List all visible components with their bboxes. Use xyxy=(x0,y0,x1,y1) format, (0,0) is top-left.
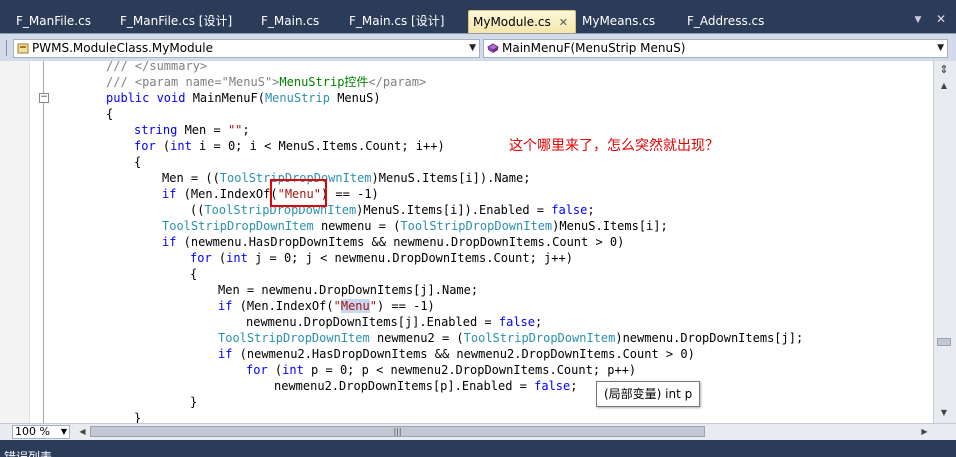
code-line: if (Men.IndexOf("Menu") == -1) xyxy=(218,299,435,313)
split-window-icon[interactable]: ⇕ xyxy=(937,63,951,77)
vertical-scrollbar[interactable]: ⇕ ▲ ▼ xyxy=(933,61,956,423)
code-line: ((ToolStripDropDownItem)MenuS.Items[i]).… xyxy=(190,203,595,217)
tab-label: MyModule.cs xyxy=(473,15,551,29)
close-icon[interactable]: ✕ xyxy=(559,12,568,34)
code-line: { xyxy=(106,107,114,121)
horizontal-scrollbar[interactable]: ◀ ||| ▶ xyxy=(76,425,933,439)
chevron-down-icon: ▼ xyxy=(469,43,476,53)
code-line: Men = ((ToolStripDropDownItem)MenuS.Item… xyxy=(162,171,531,185)
tab-f-manfile-designer[interactable]: F_ManFile.cs [设计] xyxy=(116,10,236,33)
code-line: if (newmenu.HasDropDownItems && newmenu.… xyxy=(162,235,625,249)
tab-mymodule-cs[interactable]: MyModule.cs ✕ xyxy=(468,10,576,33)
code-line: for (int p = 0; p < newmenu2.DropDownIte… xyxy=(246,363,637,377)
code-line: public void MainMenuF(MenuStrip MenuS) xyxy=(106,91,381,105)
code-line: } xyxy=(190,395,198,409)
document-tab-strip: F_ManFile.cs F_ManFile.cs [设计] F_Main.cs… xyxy=(0,0,956,33)
member-selector-value: MainMenuF(MenuStrip MenuS) xyxy=(502,41,686,55)
tab-label: F_Main.cs xyxy=(261,14,320,28)
code-line: newmenu.DropDownItems[j].Enabled = false… xyxy=(246,315,543,329)
type-selector-value: PWMS.ModuleClass.MyModule xyxy=(32,41,213,55)
code-line: ToolStripDropDownItem newmenu2 = (ToolSt… xyxy=(218,331,804,345)
member-selector-dropdown[interactable]: MainMenuF(MenuStrip MenuS) ▼ xyxy=(483,39,948,58)
code-line: if (newmenu2.HasDropDownItems && newmenu… xyxy=(218,347,695,361)
zoom-dropdown[interactable]: 100 % ▼ xyxy=(12,425,70,439)
zoom-value: 100 % xyxy=(15,425,50,438)
code-line: string Men = ""; xyxy=(134,123,250,137)
bottom-panel-strip: 错误列表 xyxy=(0,440,956,457)
editor-bottom-bar: 100 % ▼ ◀ ||| ▶ xyxy=(0,423,956,440)
scroll-left-icon[interactable]: ◀ xyxy=(77,426,88,438)
dropdown-icon[interactable]: ▼ xyxy=(912,14,924,26)
class-icon xyxy=(17,43,29,54)
tab-label: F_ManFile.cs xyxy=(16,14,91,28)
splitter-handle[interactable] xyxy=(6,40,11,56)
annotation-text: 这个哪里来了，怎么突然就出现？ xyxy=(509,138,719,154)
error-list-panel-title[interactable]: 错误列表 xyxy=(4,448,52,457)
code-line: Men = newmenu.DropDownItems[j].Name; xyxy=(218,283,479,297)
tab-f-address-cs[interactable]: F_Address.cs xyxy=(683,10,768,33)
code-line: for (int i = 0; i < MenuS.Items.Count; i… xyxy=(134,139,445,153)
navigation-bar: PWMS.ModuleClass.MyModule ▼ MainMenuF(Me… xyxy=(0,33,956,61)
tab-label: F_Main.cs [设计] xyxy=(349,14,445,28)
code-line: /// <param name="MenuS">MenuStrip控件</par… xyxy=(106,75,427,89)
outline-guide xyxy=(43,61,44,423)
tab-mymeans-cs[interactable]: MyMeans.cs xyxy=(578,10,659,33)
collapse-icon[interactable]: − xyxy=(39,93,49,103)
chevron-down-icon: ▼ xyxy=(937,43,944,53)
tab-f-main-designer[interactable]: F_Main.cs [设计] xyxy=(345,10,448,33)
type-selector-dropdown[interactable]: PWMS.ModuleClass.MyModule ▼ xyxy=(13,39,480,58)
tab-f-main-cs[interactable]: F_Main.cs xyxy=(257,10,323,33)
tab-label: F_ManFile.cs [设计] xyxy=(120,14,233,28)
tab-f-manfile-cs[interactable]: F_ManFile.cs xyxy=(12,10,95,33)
chevron-down-icon: ▼ xyxy=(60,427,67,436)
quick-info-tooltip: (局部变量) int p xyxy=(596,381,701,407)
window-close-icon[interactable]: ✕ xyxy=(934,12,948,26)
scroll-up-icon[interactable]: ▲ xyxy=(938,80,950,92)
indicator-margin xyxy=(0,61,30,423)
horizontal-scroll-thumb[interactable]: ||| xyxy=(90,426,705,437)
tab-label: F_Address.cs xyxy=(687,14,765,28)
scroll-right-icon[interactable]: ▶ xyxy=(919,426,930,438)
scroll-down-icon[interactable]: ▼ xyxy=(938,407,950,419)
method-icon xyxy=(487,43,499,53)
code-line: { xyxy=(134,155,142,169)
red-highlight-box xyxy=(270,179,327,207)
code-line: for (int j = 0; j < newmenu.DropDownItem… xyxy=(190,251,573,265)
code-line: /// </summary> xyxy=(106,61,208,73)
vertical-scroll-thumb[interactable] xyxy=(937,338,951,346)
code-line: ToolStripDropDownItem newmenu = (ToolStr… xyxy=(162,219,668,233)
tab-label: MyMeans.cs xyxy=(582,14,656,28)
code-editor[interactable]: − /// </summary> /// <param name="MenuS"… xyxy=(0,61,933,423)
code-line: newmenu2.DropDownItems[p].Enabled = fals… xyxy=(274,379,578,393)
code-line: } xyxy=(134,411,142,423)
code-line: { xyxy=(190,267,198,281)
